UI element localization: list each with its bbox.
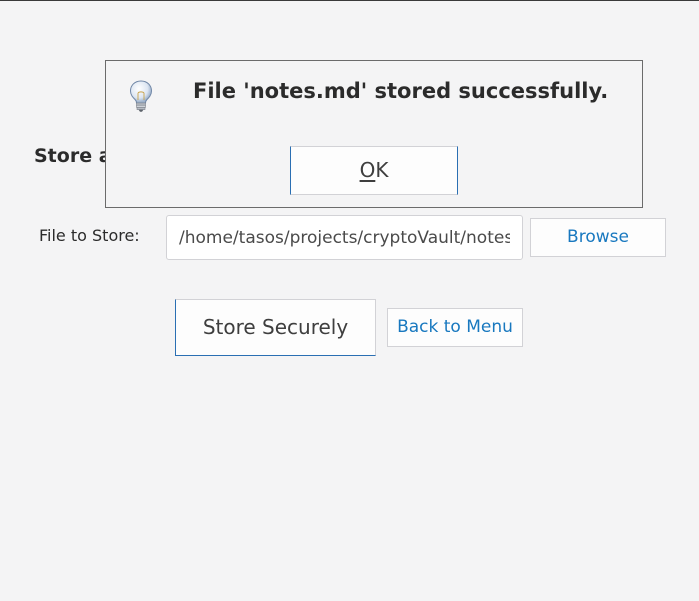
dialog-message: File 'notes.md' stored successfully. xyxy=(193,79,609,103)
window-top-border xyxy=(0,0,699,1)
ok-button[interactable]: OK xyxy=(290,146,458,195)
file-path-input[interactable] xyxy=(166,215,523,260)
section-title: Store a xyxy=(34,145,112,167)
browse-button[interactable]: Browse xyxy=(530,218,666,257)
ok-mnemonic: O xyxy=(359,158,376,182)
success-dialog: File 'notes.md' stored successfully. OK xyxy=(105,60,643,208)
file-to-store-label: File to Store: xyxy=(39,226,140,245)
lightbulb-icon xyxy=(129,80,153,112)
store-securely-button[interactable]: Store Securely xyxy=(175,299,376,356)
back-to-menu-button[interactable]: Back to Menu xyxy=(387,308,523,347)
ok-label-rest: K xyxy=(375,158,389,182)
